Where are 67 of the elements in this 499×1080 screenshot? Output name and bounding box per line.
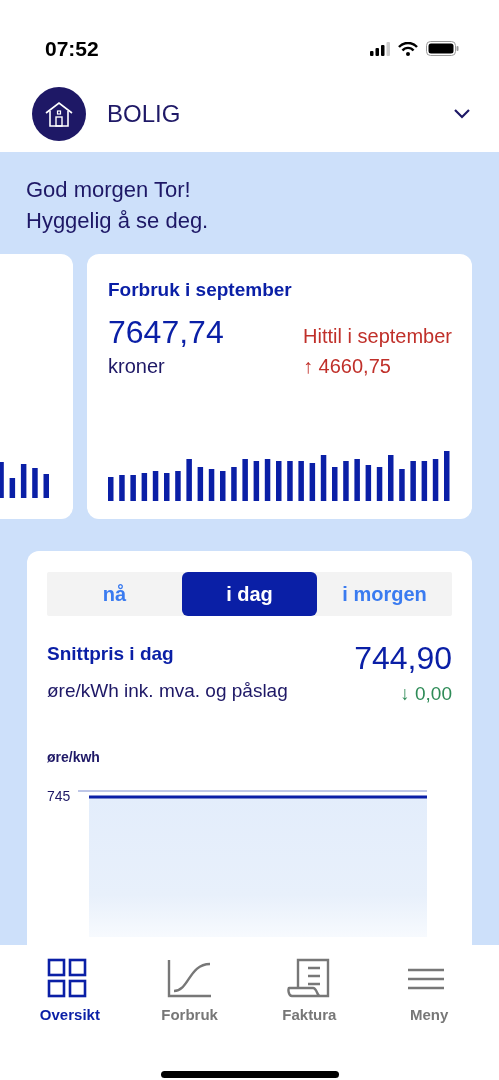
card-title: Forbruk i september (108, 278, 293, 302)
chart-bar (421, 461, 428, 501)
chart-bar (43, 474, 49, 498)
chart-bar (376, 467, 383, 501)
chart-bar (9, 478, 16, 498)
signal-icon (370, 41, 390, 56)
chart-bar (242, 459, 248, 501)
chart-bar (410, 461, 416, 501)
comparison-label: Hittil i september (303, 323, 452, 349)
header-title: BOLIG (107, 98, 181, 129)
chart-bar (164, 473, 170, 501)
usage-card[interactable]: Forbruk i september 7647,74 kroner Hittil i september ↑ 4660,75 (87, 254, 472, 519)
price-unit-text: øre/kWh ink. mva. og påslag (47, 678, 288, 703)
greeting-text: God morgen Tor! (26, 176, 192, 204)
price-title: Snittpris i dag (47, 642, 175, 666)
comparison-value: ↑ 4660,75 (303, 353, 392, 379)
house-icon (44, 99, 74, 128)
chart-bar (320, 455, 327, 501)
amount-text: 7647,74 (108, 312, 224, 351)
chart-bar (365, 465, 372, 501)
chart-bar (108, 477, 114, 501)
nav-tab[interactable]: Meny (369, 957, 489, 1028)
chart-bar (264, 459, 271, 501)
nav-tab[interactable]: Forbruk (129, 957, 250, 1028)
chart-bar (343, 461, 349, 501)
chart-bar (175, 471, 181, 501)
period-tab[interactable]: nå (47, 572, 182, 616)
chart-bar (152, 471, 159, 501)
axis-label: øre/kwh (47, 747, 101, 767)
wifi-icon (398, 41, 418, 56)
period-tab[interactable]: i dag (182, 572, 317, 616)
chart-bar (0, 462, 4, 498)
chart-bar (220, 471, 226, 501)
chart-bar (32, 468, 38, 498)
chart-bar (309, 463, 316, 501)
chart-bar (253, 461, 260, 501)
curve-chart-icon (166, 958, 213, 998)
unit-text: kroner (108, 353, 166, 379)
battery-icon (426, 41, 459, 56)
chart-bar (444, 451, 450, 501)
chart-bar (354, 459, 360, 501)
chart-bar (208, 469, 215, 501)
home-avatar[interactable] (32, 86, 86, 141)
chart-bar (332, 467, 338, 501)
greeting-text: Hyggelig å se deg. (26, 207, 210, 235)
chart-bar (276, 461, 282, 501)
chart-bar (399, 469, 405, 501)
chevron-down-icon (453, 108, 471, 119)
chart-bar (298, 461, 304, 501)
status-time: 07:52 (45, 35, 99, 62)
chart-bar (141, 473, 148, 501)
chart-bar (231, 467, 237, 501)
price-change: ↓ 0,00 (399, 682, 452, 706)
nav-tab[interactable]: Faktura (249, 957, 370, 1028)
period-tab[interactable]: i morgen (317, 572, 452, 616)
chart-bar (432, 459, 439, 501)
price-value: 744,90 (354, 640, 452, 676)
chart-bar (20, 464, 27, 498)
chart-bar (119, 475, 125, 501)
nav-tab[interactable]: Oversikt (10, 957, 130, 1028)
chart-bar (130, 475, 136, 501)
dropdown-button[interactable] (453, 108, 471, 119)
chart-bar (287, 461, 293, 501)
chart-bar (388, 455, 394, 501)
chart-bar (186, 459, 192, 501)
chart-bar (197, 467, 204, 501)
axis-tick-label: 745 (47, 786, 71, 806)
